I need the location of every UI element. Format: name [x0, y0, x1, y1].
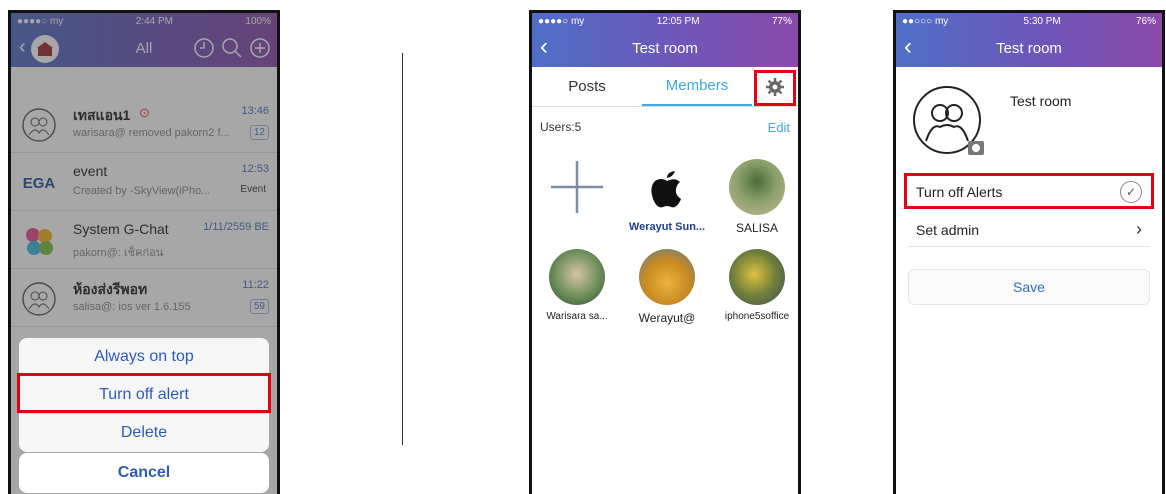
turn-off-alerts-row[interactable]: Turn off Alerts ✓ — [908, 175, 1150, 209]
status-bar: ●●○○○ my 5:30 PM 76% — [896, 13, 1162, 29]
divider-line — [402, 53, 403, 445]
member-name: SALISA — [735, 221, 779, 235]
member-name: Werayut@ — [638, 311, 696, 325]
phone-chat-list: ●●●●○ my 2:44 PM 100% ‹ All เทสแอน1 ⊙ wa… — [8, 10, 280, 494]
room-avatar-icon[interactable] — [910, 83, 984, 157]
users-count: Users:5 — [540, 120, 582, 134]
member-item[interactable]: Werayut@ — [622, 249, 712, 325]
member-item[interactable]: Werayut Sun... — [622, 159, 712, 233]
gear-icon[interactable] — [752, 67, 798, 106]
member-item[interactable]: iphone5soffice — [712, 249, 798, 322]
nav-title: Test room — [996, 39, 1062, 57]
battery: 76% — [1135, 15, 1156, 27]
apple-logo-icon — [651, 171, 681, 208]
member-photo — [549, 249, 605, 305]
tab-posts[interactable]: Posts — [532, 67, 642, 106]
member-name: Warisara sa... — [546, 311, 608, 322]
header: ●●○○○ my 5:30 PM 76% ‹ Test room — [896, 13, 1162, 67]
member-photo — [639, 249, 695, 305]
member-photo — [729, 159, 785, 215]
turn-off-alert-button[interactable]: Turn off alert — [19, 376, 269, 414]
nav-bar: ‹ Test room — [532, 29, 798, 67]
users-bar: Users:5 Edit — [532, 113, 798, 141]
member-name: iphone5soffice — [724, 311, 790, 322]
back-icon[interactable]: ‹ — [904, 35, 912, 59]
action-sheet: Always on top Turn off alert Delete — [19, 338, 269, 452]
nav-title: Test room — [632, 39, 698, 57]
delete-button[interactable]: Delete — [19, 414, 269, 452]
phone-room-settings: ●●○○○ my 5:30 PM 76% ‹ Test room Test ro… — [893, 10, 1165, 494]
carrier: ●●○○○ my — [902, 15, 949, 27]
save-button[interactable]: Save — [908, 269, 1150, 305]
checkmark-icon[interactable]: ✓ — [1120, 180, 1142, 203]
room-name: Test room — [1010, 93, 1072, 109]
add-member-button[interactable] — [532, 159, 622, 215]
member-item[interactable]: SALISA — [712, 159, 798, 235]
nav-bar: ‹ Test room — [896, 29, 1162, 67]
status-bar: ●●●●○ my 12:05 PM 77% — [532, 13, 798, 29]
header: ●●●●○ my 12:05 PM 77% ‹ Test room — [532, 13, 798, 67]
clock: 12:05 PM — [656, 15, 700, 27]
set-admin-row[interactable]: Set admin › — [908, 213, 1150, 247]
member-photo — [729, 249, 785, 305]
tab-bar: Posts Members — [532, 67, 798, 107]
cancel-button[interactable]: Cancel — [19, 453, 269, 493]
clock: 5:30 PM — [1023, 15, 1061, 27]
plus-icon — [551, 161, 603, 213]
member-name: Werayut Sun... — [628, 221, 706, 233]
battery: 77% — [771, 15, 792, 27]
back-icon[interactable]: ‹ — [540, 35, 548, 59]
set-admin-label: Set admin — [916, 221, 980, 238]
phone-members: ●●●●○ my 12:05 PM 77% ‹ Test room Posts … — [529, 10, 801, 494]
tab-members[interactable]: Members — [642, 67, 752, 106]
carrier: ●●●●○ my — [538, 15, 585, 27]
member-item[interactable]: Warisara sa... — [532, 249, 622, 322]
chevron-right-icon: › — [1136, 219, 1142, 239]
turn-off-alerts-label: Turn off Alerts — [916, 183, 1003, 200]
edit-button[interactable]: Edit — [768, 120, 790, 135]
always-on-top-button[interactable]: Always on top — [19, 338, 269, 376]
